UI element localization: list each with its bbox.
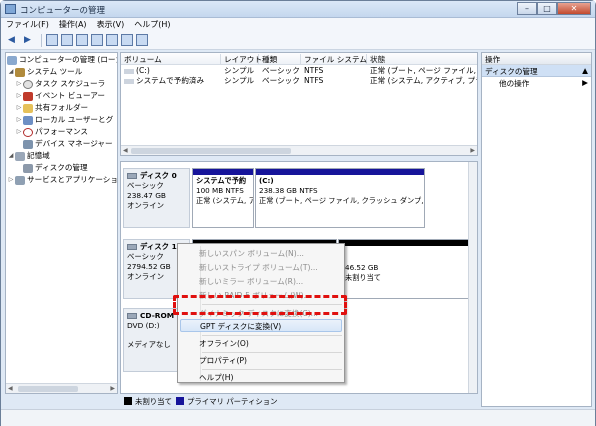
forward-arrow-icon[interactable]: ▶ bbox=[21, 34, 34, 47]
volume-icon bbox=[124, 69, 134, 74]
properties-icon[interactable] bbox=[106, 34, 118, 46]
column-filesystem[interactable]: ファイル システム bbox=[301, 54, 367, 64]
tree-item-performance[interactable]: ▷ パフォーマンス bbox=[15, 126, 88, 138]
menu-view[interactable]: 表示(V) bbox=[92, 18, 130, 31]
menu-offline[interactable]: オフライン(O) bbox=[199, 337, 249, 350]
tree-item-task-scheduler[interactable]: ▷ タスク スケジューラ bbox=[15, 78, 105, 90]
check-icon[interactable] bbox=[121, 34, 133, 46]
disk-management-icon bbox=[23, 163, 33, 173]
expand-triangle-icon[interactable]: ▷ bbox=[15, 102, 23, 114]
menu-help[interactable]: ヘルプ(H) bbox=[199, 371, 233, 384]
tree-item-root[interactable]: コンピューターの管理 (ローカ bbox=[7, 54, 117, 66]
menu-file[interactable]: ファイル(F) bbox=[1, 18, 54, 31]
close-button[interactable]: ✕ bbox=[557, 2, 591, 15]
column-layout[interactable]: レイアウト bbox=[221, 54, 262, 64]
expand-triangle-icon[interactable]: ▷ bbox=[15, 126, 23, 138]
clock-icon bbox=[23, 79, 33, 89]
tree-item-local-users[interactable]: ▷ ローカル ユーザーとグ bbox=[15, 114, 113, 126]
computer-icon bbox=[7, 55, 17, 65]
collapse-triangle-icon[interactable]: ◢ bbox=[7, 150, 15, 162]
tree-item-shared-folders[interactable]: ▷ 共有フォルダー bbox=[15, 102, 88, 114]
partition-system-reserved[interactable]: システムで予約 100 MB NTFS 正常 (システム, ア bbox=[192, 168, 254, 228]
column-status[interactable]: 状態 bbox=[367, 54, 477, 64]
tree-item-device-manager[interactable]: デバイス マネージャー bbox=[23, 138, 113, 150]
legend-unallocated-swatch bbox=[124, 397, 132, 405]
maximize-button[interactable]: □ bbox=[537, 2, 557, 15]
help-icon[interactable] bbox=[76, 34, 88, 46]
expand-triangle-icon[interactable]: ▷ bbox=[15, 78, 23, 90]
legend-unallocated: 未割り当て bbox=[135, 396, 172, 406]
title-bar: コンピューターの管理 – □ ✕ bbox=[1, 1, 595, 18]
list-view-icon[interactable] bbox=[91, 34, 103, 46]
storage-icon bbox=[15, 151, 25, 161]
computer-management-icon bbox=[5, 4, 16, 14]
legend-primary-swatch bbox=[175, 397, 184, 405]
computer-management-window: コンピューターの管理 – □ ✕ ファイル(F) 操作(A) 表示(V) ヘルプ… bbox=[0, 0, 596, 426]
disk-icon bbox=[127, 244, 137, 250]
collapse-triangle-icon[interactable]: ◢ bbox=[7, 66, 15, 78]
actions-header: 操作 bbox=[482, 53, 591, 65]
disk-view-icon[interactable] bbox=[136, 34, 148, 46]
tree-horizontal-scrollbar[interactable]: ◀ ▶ bbox=[6, 383, 117, 393]
actions-pane: 操作 ディスクの管理 ▲ 他の操作 ▶ bbox=[481, 52, 592, 407]
tree-item-event-viewer[interactable]: ▷ イベント ビューアー bbox=[15, 90, 105, 102]
tree-item-services[interactable]: ▷ サービスとアプリケーショ bbox=[7, 174, 117, 186]
menu-new-striped-volume: 新しいストライプ ボリューム(T)... bbox=[199, 263, 318, 272]
volume-list: ボリューム レイアウト 種類 ファイル システム 状態 (C:) シンプル ベー… bbox=[120, 52, 478, 156]
volume-icon bbox=[124, 79, 134, 84]
expand-triangle-icon[interactable]: ▷ bbox=[15, 90, 23, 102]
disk-view-vertical-scrollbar[interactable] bbox=[468, 162, 477, 393]
shared-folder-icon bbox=[23, 103, 33, 113]
menu-action[interactable]: 操作(A) bbox=[54, 18, 92, 31]
scroll-left-icon[interactable]: ◀ bbox=[8, 385, 13, 392]
tree-item-storage[interactable]: ◢ 記憶域 bbox=[7, 150, 50, 162]
scroll-left-icon[interactable]: ◀ bbox=[123, 147, 128, 154]
legend-primary: プライマリ パーティション bbox=[186, 396, 278, 406]
partition-disk1-unallocated-b[interactable]: 46.52 GB 未割り当て bbox=[338, 239, 474, 299]
disk-0-info[interactable]: ディスク 0 ベーシック 238.47 GB オンライン bbox=[123, 168, 190, 228]
submenu-arrow-icon: ▶ bbox=[582, 78, 588, 87]
disk-icon bbox=[127, 173, 137, 179]
services-icon bbox=[15, 175, 25, 185]
menu-properties[interactable]: プロパティ(P) bbox=[199, 354, 247, 367]
volume-list-header: ボリューム レイアウト 種類 ファイル システム 状態 bbox=[121, 53, 477, 65]
column-type[interactable]: 種類 bbox=[259, 54, 301, 64]
tree-item-system-tools[interactable]: ◢ システム ツール bbox=[7, 66, 82, 78]
legend: 未割り当て プライマリ パーティション bbox=[120, 395, 478, 407]
menu-convert-gpt-disk[interactable]: GPT ディスクに変換(V) bbox=[180, 319, 342, 332]
menu-new-mirrored-volume: 新しいミラー ボリューム(R)... bbox=[199, 277, 304, 286]
console-tree: コンピューターの管理 (ローカ ◢ システム ツール ▷ タスク スケジューラ … bbox=[5, 52, 118, 394]
minimize-button[interactable]: – bbox=[517, 2, 537, 15]
actions-disk-management[interactable]: ディスクの管理 ▲ bbox=[482, 65, 591, 77]
console-view-icon[interactable] bbox=[61, 34, 73, 46]
tools-icon bbox=[15, 67, 25, 77]
toolbar: ◀ ▶ bbox=[1, 31, 595, 50]
users-icon bbox=[23, 115, 33, 125]
status-bar bbox=[1, 409, 595, 426]
device-manager-icon bbox=[23, 139, 33, 149]
scroll-right-icon[interactable]: ▶ bbox=[110, 385, 115, 392]
collapse-up-icon[interactable]: ▲ bbox=[582, 66, 588, 75]
menu-new-spanned-volume: 新しいスパン ボリューム(N)... bbox=[199, 249, 304, 258]
actions-more[interactable]: 他の操作 ▶ bbox=[482, 77, 591, 89]
tree-item-disk-management[interactable]: ディスクの管理 bbox=[23, 162, 88, 174]
performance-icon bbox=[23, 127, 33, 137]
expand-triangle-icon[interactable]: ▷ bbox=[7, 174, 15, 186]
column-volume[interactable]: ボリューム bbox=[121, 54, 221, 64]
cdrom-icon bbox=[127, 313, 137, 319]
event-viewer-icon bbox=[23, 91, 33, 101]
back-arrow-icon[interactable]: ◀ bbox=[5, 34, 18, 47]
red-dashed-highlight bbox=[173, 295, 347, 315]
window-title: コンピューターの管理 bbox=[20, 6, 106, 16]
volume-list-horizontal-scrollbar[interactable]: ◀ ▶ bbox=[121, 145, 477, 155]
show-console-tree-icon[interactable] bbox=[46, 34, 58, 46]
partition-c-drive[interactable]: (C:) 238.38 GB NTFS 正常 (ブート, ページ ファイル, ク… bbox=[255, 168, 425, 228]
menu-help[interactable]: ヘルプ(H) bbox=[129, 18, 175, 31]
menu-bar: ファイル(F) 操作(A) 表示(V) ヘルプ(H) bbox=[1, 18, 595, 31]
expand-triangle-icon[interactable]: ▷ bbox=[15, 114, 23, 126]
scroll-right-icon[interactable]: ▶ bbox=[470, 147, 475, 154]
